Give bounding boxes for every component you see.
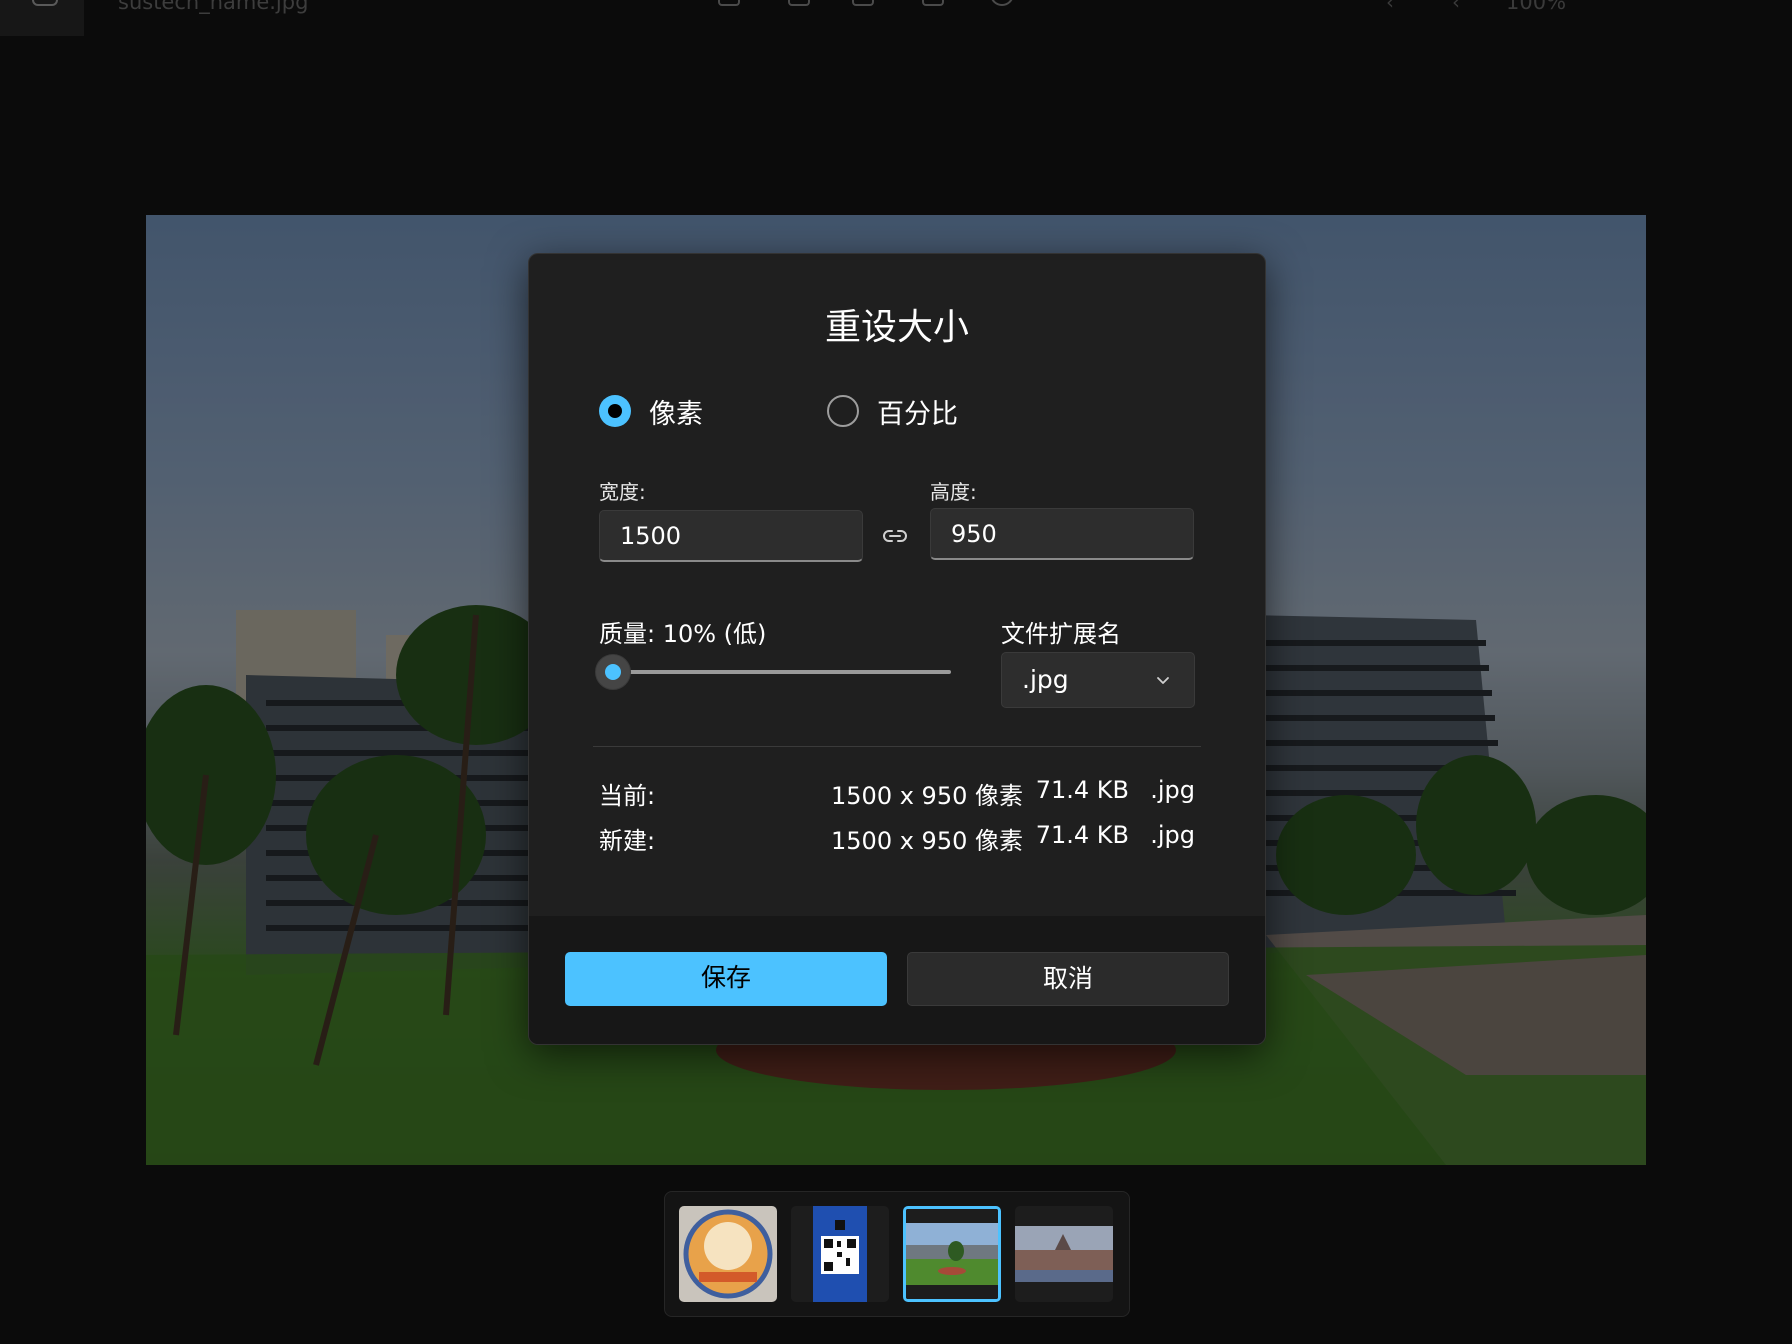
thumbnail-qr-code-image[interactable] <box>791 1206 889 1302</box>
radio-percentage-label: 百分比 <box>877 398 958 430</box>
extension-label: 文件扩展名 <box>1001 620 1121 648</box>
cancel-button[interactable]: 取消 <box>907 952 1229 1006</box>
new-label: 新建: <box>599 827 656 855</box>
dialog-footer: 保存 取消 <box>529 916 1265 1044</box>
new-info-row: 新建: 1500 x 950 像素 71.4 KB .jpg <box>599 821 1195 855</box>
thumbnail-castle-photo[interactable] <box>1015 1206 1113 1302</box>
crop-icon[interactable] <box>788 0 810 6</box>
zoom-in-icon[interactable]: ‹ <box>1452 0 1460 14</box>
favorite-icon[interactable] <box>922 0 944 6</box>
app-menu-button[interactable] <box>0 0 84 36</box>
radio-pixels[interactable]: 像素 <box>599 391 703 431</box>
dialog-title: 重设大小 <box>824 307 969 348</box>
save-button[interactable]: 保存 <box>565 952 887 1006</box>
new-dimensions: 1500 x 950 像素 <box>831 827 1023 855</box>
current-info-row: 当前: 1500 x 950 像素 71.4 KB .jpg <box>599 776 1195 810</box>
current-label: 当前: <box>599 782 656 810</box>
info-icon[interactable] <box>990 0 1014 6</box>
resize-dialog: 重设大小 像素 百分比 宽度: 高度: 质量: 10% (低) 文件扩展名 .j… <box>528 253 1266 1045</box>
new-size: 71.4 KB <box>1035 821 1129 849</box>
quality-slider-track <box>613 670 951 674</box>
app-menu-icon <box>32 0 58 6</box>
radio-percentage-indicator <box>827 395 859 427</box>
zoom-level: 100% <box>1506 0 1567 14</box>
link-icon[interactable] <box>882 526 908 546</box>
thumbnail-campus-photo[interactable] <box>903 1206 1001 1302</box>
file-name: sustech_name.jpg <box>118 0 309 14</box>
radio-percentage[interactable]: 百分比 <box>827 391 958 431</box>
quality-slider-thumb[interactable] <box>595 654 631 690</box>
quality-slider[interactable] <box>595 652 951 692</box>
height-input[interactable] <box>930 508 1194 560</box>
zoom-out-icon[interactable]: ‹ <box>1386 0 1394 14</box>
extension-dropdown[interactable]: .jpg <box>1001 652 1195 708</box>
height-label: 高度: <box>930 480 977 504</box>
edit-icon[interactable] <box>718 0 740 6</box>
width-label: 宽度: <box>599 480 646 504</box>
radio-pixels-indicator <box>599 395 631 427</box>
top-toolbar: sustech_name.jpg ‹ ‹ 100% <box>0 0 1792 36</box>
thumbnail-logo-image[interactable] <box>679 1206 777 1302</box>
quality-label: 质量: 10% (低) <box>599 620 767 648</box>
divider <box>593 746 1201 747</box>
chevron-down-icon <box>1157 677 1169 684</box>
extension-value: .jpg <box>1022 665 1069 694</box>
current-size: 71.4 KB <box>1035 776 1129 804</box>
current-extension: .jpg <box>1150 776 1195 804</box>
share-icon[interactable] <box>852 0 874 6</box>
new-extension: .jpg <box>1150 821 1195 849</box>
filmstrip <box>664 1191 1130 1317</box>
radio-pixels-label: 像素 <box>649 398 703 430</box>
width-input[interactable] <box>599 510 863 562</box>
current-dimensions: 1500 x 950 像素 <box>831 782 1023 810</box>
